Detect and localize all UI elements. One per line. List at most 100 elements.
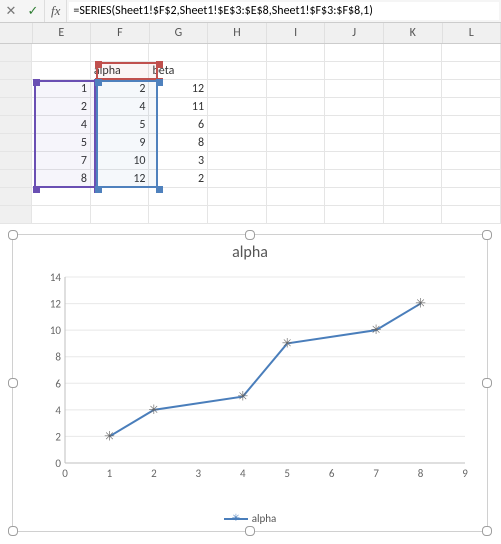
formula-input[interactable]	[69, 2, 499, 20]
resize-handle[interactable]	[482, 230, 492, 240]
cell[interactable]	[208, 206, 267, 224]
row-header[interactable]	[0, 116, 32, 134]
cell[interactable]: 2	[32, 98, 91, 116]
enter-icon[interactable]: ✓	[22, 0, 44, 22]
cell[interactable]	[325, 98, 384, 116]
col-header[interactable]: I	[267, 23, 326, 43]
cell[interactable]: 11	[149, 98, 208, 116]
cell[interactable]	[91, 206, 150, 224]
cell[interactable]	[32, 44, 91, 62]
cell[interactable]	[384, 206, 443, 224]
row-header[interactable]	[0, 134, 32, 152]
cell[interactable]	[208, 152, 267, 170]
cell[interactable]	[32, 62, 91, 80]
col-header[interactable]: L	[443, 23, 501, 43]
cell[interactable]	[208, 44, 267, 62]
cell[interactable]	[442, 206, 501, 224]
chart-legend[interactable]: alpha	[13, 512, 487, 525]
resize-handle[interactable]	[482, 378, 492, 388]
cell[interactable]	[325, 116, 384, 134]
col-header[interactable]: F	[91, 23, 150, 43]
cell[interactable]	[442, 98, 501, 116]
cell[interactable]	[384, 170, 443, 188]
cell[interactable]	[208, 170, 267, 188]
row-header[interactable]	[0, 80, 32, 98]
cell[interactable]	[384, 134, 443, 152]
cell[interactable]	[267, 206, 326, 224]
cell[interactable]: 3	[149, 152, 208, 170]
cell[interactable]	[442, 134, 501, 152]
cell[interactable]	[267, 116, 326, 134]
col-header[interactable]: K	[384, 23, 443, 43]
cell[interactable]: 7	[32, 152, 91, 170]
cell[interactable]	[384, 80, 443, 98]
cell[interactable]	[208, 134, 267, 152]
cancel-icon[interactable]: ✕	[0, 0, 22, 22]
col-header[interactable]: E	[33, 23, 92, 43]
cell[interactable]	[442, 62, 501, 80]
corner-cell[interactable]	[0, 23, 33, 43]
row-header[interactable]	[0, 152, 32, 170]
resize-handle[interactable]	[8, 230, 18, 240]
resize-handle[interactable]	[8, 378, 18, 388]
cell[interactable]	[267, 170, 326, 188]
col-header[interactable]: H	[208, 23, 267, 43]
cell[interactable]	[208, 62, 267, 80]
row-header[interactable]	[0, 206, 32, 224]
cell[interactable]: 5	[32, 134, 91, 152]
cell[interactable]	[32, 206, 91, 224]
resize-handle[interactable]	[245, 526, 255, 536]
cell[interactable]	[442, 44, 501, 62]
cell[interactable]: 6	[149, 116, 208, 134]
cell[interactable]	[325, 44, 384, 62]
spreadsheet-grid[interactable]: alphabeta1212241145659871038122	[0, 44, 501, 224]
cell[interactable]	[325, 170, 384, 188]
cell[interactable]: 12	[91, 170, 150, 188]
fx-label[interactable]: fx	[44, 0, 67, 22]
col-header[interactable]: J	[325, 23, 384, 43]
cell[interactable]	[325, 62, 384, 80]
cell[interactable]: 1	[32, 80, 91, 98]
cell[interactable]: beta	[149, 62, 208, 80]
cell[interactable]	[32, 188, 91, 206]
cell[interactable]	[208, 116, 267, 134]
cell[interactable]: 8	[149, 134, 208, 152]
cell[interactable]	[267, 80, 326, 98]
row-header[interactable]	[0, 44, 32, 62]
row-header[interactable]	[0, 62, 32, 80]
cell[interactable]	[384, 152, 443, 170]
row-header[interactable]	[0, 170, 32, 188]
resize-handle[interactable]	[8, 526, 18, 536]
cell[interactable]: 5	[91, 116, 150, 134]
cell[interactable]	[384, 44, 443, 62]
cell[interactable]	[267, 152, 326, 170]
cell[interactable]: 4	[91, 98, 150, 116]
cell[interactable]	[384, 62, 443, 80]
chart-object[interactable]: alpha 024681012140123456789✳✳✳✳✳✳ alpha	[12, 234, 488, 532]
resize-handle[interactable]	[245, 230, 255, 240]
cell[interactable]: 2	[91, 80, 150, 98]
cell[interactable]: 4	[32, 116, 91, 134]
cell[interactable]	[325, 80, 384, 98]
cell[interactable]	[325, 152, 384, 170]
cell[interactable]: 12	[149, 80, 208, 98]
cell[interactable]	[208, 80, 267, 98]
row-header[interactable]	[0, 188, 32, 206]
cell[interactable]	[384, 98, 443, 116]
cell[interactable]: alpha	[91, 62, 150, 80]
row-header[interactable]	[0, 98, 32, 116]
cell[interactable]	[384, 188, 443, 206]
resize-handle[interactable]	[482, 526, 492, 536]
cell[interactable]	[208, 98, 267, 116]
cell[interactable]	[208, 188, 267, 206]
cell[interactable]	[149, 44, 208, 62]
cell[interactable]	[325, 188, 384, 206]
cell[interactable]: 10	[91, 152, 150, 170]
cell[interactable]	[267, 98, 326, 116]
cell[interactable]	[267, 44, 326, 62]
cell[interactable]	[442, 80, 501, 98]
cell[interactable]	[442, 170, 501, 188]
cell[interactable]	[442, 188, 501, 206]
cell[interactable]: 9	[91, 134, 150, 152]
col-header[interactable]: G	[150, 23, 209, 43]
